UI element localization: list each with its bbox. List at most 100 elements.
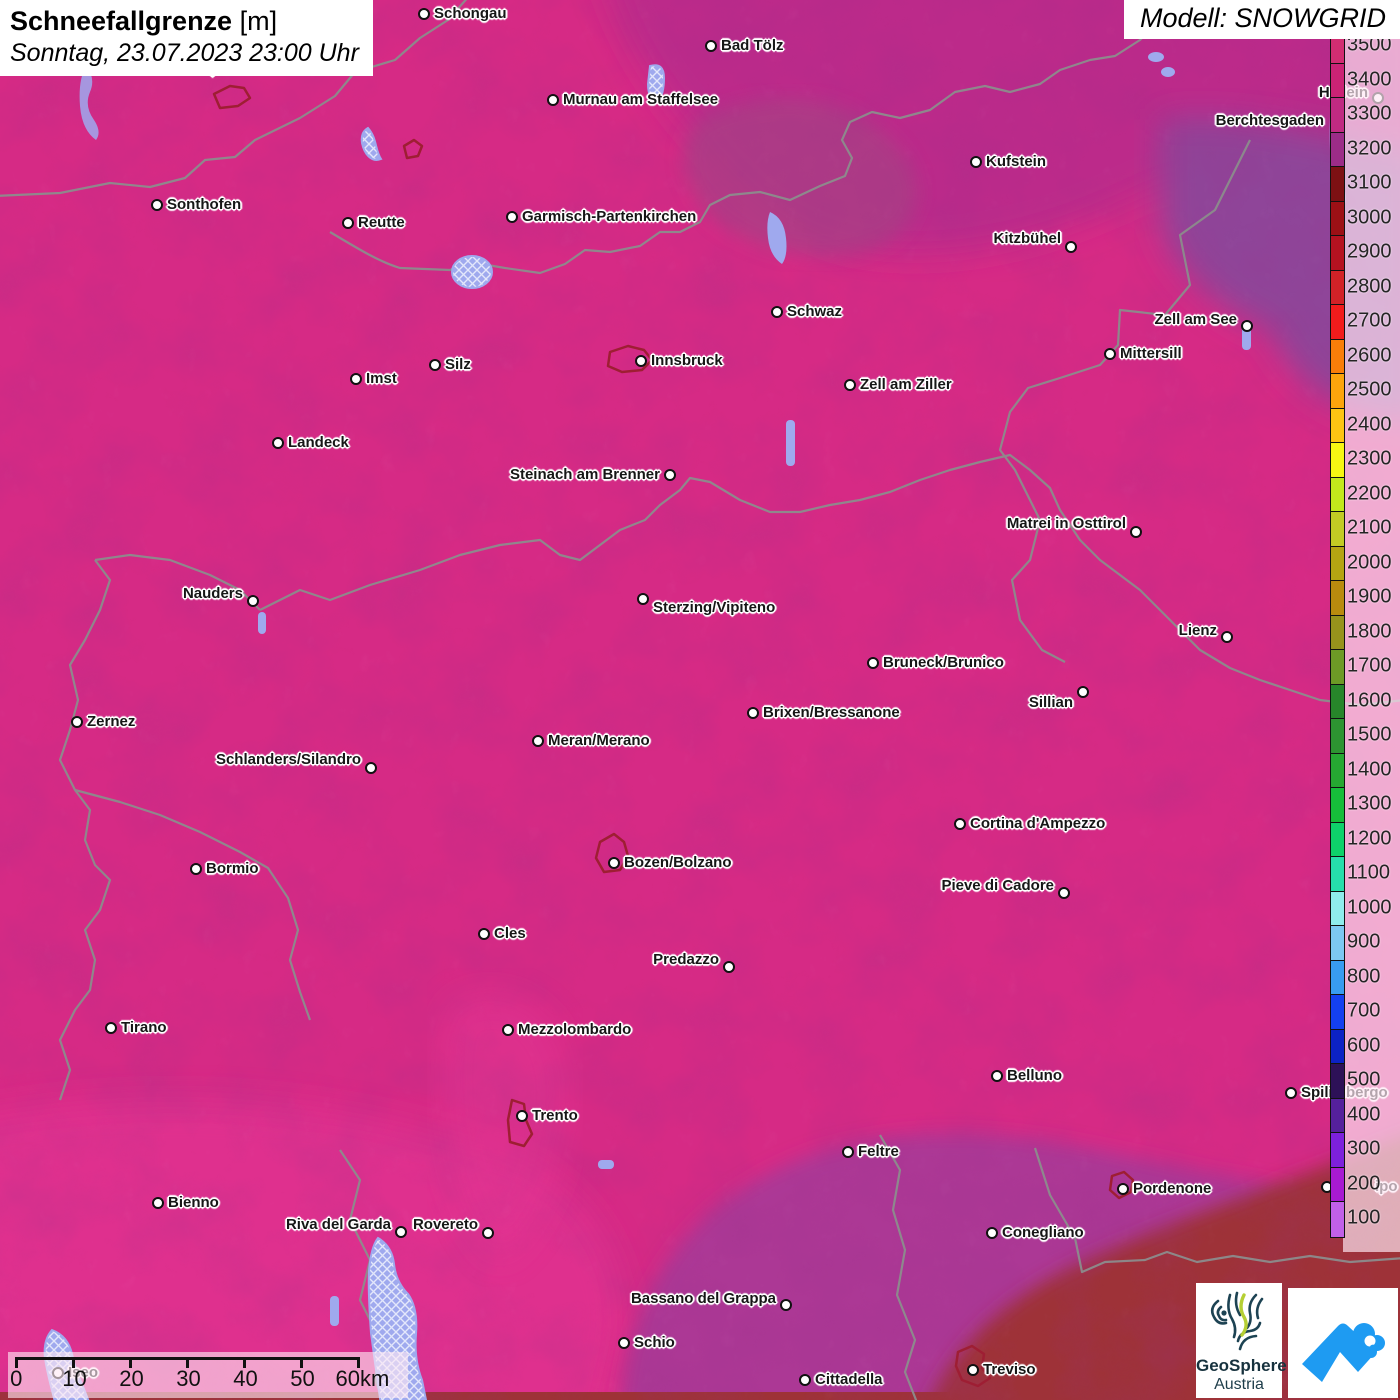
legend-colorbar	[1330, 28, 1345, 1238]
scalebar-label: 20	[119, 1366, 144, 1391]
legend-value-label: 1300	[1347, 792, 1392, 815]
legend-color-segment	[1331, 753, 1344, 788]
legend-color-segment	[1331, 477, 1344, 512]
city-dot-icon	[723, 961, 735, 973]
geosphere-logo-country: Austria	[1214, 1376, 1264, 1393]
legend-color-segment	[1331, 63, 1344, 98]
legend-color-segment	[1331, 788, 1344, 823]
city-label: Schwaz	[787, 303, 843, 321]
legend-value-label: 200	[1347, 1172, 1381, 1195]
city-dot-icon	[954, 818, 966, 830]
city-dot-icon	[429, 359, 441, 371]
legend-value-label: 3300	[1347, 102, 1392, 125]
city-label: Riva del Garda	[285, 1216, 391, 1234]
geosphere-logo-name: GeoSphere	[1196, 1356, 1287, 1375]
legend-value-label: 1600	[1347, 689, 1392, 712]
city-dot-icon	[1117, 1183, 1129, 1195]
city-dot-icon	[1065, 241, 1077, 253]
legend-color-segment	[1331, 1133, 1344, 1168]
scalebar-label: 60km	[335, 1366, 390, 1391]
city-label: Bruneck/Brunico	[883, 654, 1004, 672]
city-label: Feltre	[858, 1143, 899, 1161]
city-dot-icon	[418, 8, 430, 20]
city-dot-icon	[780, 1299, 792, 1311]
city-label: Zernez	[87, 713, 136, 731]
city-label: Zell am Ziller	[860, 376, 952, 394]
city-label: Steinach am Brenner	[509, 466, 660, 484]
legend-value-label: 100	[1347, 1206, 1381, 1229]
city-label: Schongau	[434, 5, 507, 23]
scalebar-label: 50	[290, 1366, 315, 1391]
legend-color-segment	[1331, 891, 1344, 926]
legend-color-segment	[1331, 581, 1344, 616]
city-dot-icon	[365, 762, 377, 774]
legend-color-segment	[1331, 201, 1344, 236]
city-label: Pordenone	[1133, 1180, 1212, 1198]
legend-color-segment	[1331, 822, 1344, 857]
city-label: Schlanders/Silandro	[215, 751, 361, 769]
legend-value-label: 2300	[1347, 447, 1392, 470]
city-dot-icon	[986, 1227, 998, 1239]
legend-value-label: 800	[1347, 965, 1381, 988]
legend-color-segment	[1331, 132, 1344, 167]
city-dot-icon	[1285, 1087, 1297, 1099]
city-label: Cittadella	[815, 1371, 883, 1389]
city-dot-icon	[842, 1146, 854, 1158]
city-dot-icon	[799, 1374, 811, 1386]
city-dot-icon	[516, 1110, 528, 1122]
city-label: Conegliano	[1002, 1224, 1084, 1242]
city-label: Pieve di Cadore	[941, 877, 1054, 895]
city-label: Reutte	[358, 214, 405, 232]
legend-value-label: 2000	[1347, 551, 1392, 574]
city-dot-icon	[1221, 631, 1233, 643]
city-dot-icon	[844, 379, 856, 391]
legend-value-label: 2900	[1347, 240, 1392, 263]
legend-value-label: 3200	[1347, 137, 1392, 160]
legend-value-label: 3000	[1347, 206, 1392, 229]
city-dot-icon	[247, 595, 259, 607]
legend-value-label: 1800	[1347, 620, 1392, 643]
city-label: Cles	[494, 925, 526, 943]
city-dot-icon	[771, 306, 783, 318]
snow-report-logo-icon	[1302, 1323, 1385, 1382]
legend-color-segment	[1331, 1029, 1344, 1064]
legend-color-segment	[1331, 408, 1344, 443]
legend-color-segment	[1331, 926, 1344, 961]
legend-value-label: 2200	[1347, 482, 1392, 505]
city-dot-icon	[705, 40, 717, 52]
city-dot-icon	[635, 355, 647, 367]
city-dot-icon	[342, 217, 354, 229]
legend-value-label: 2100	[1347, 516, 1392, 539]
city-label: Nauders	[182, 585, 243, 603]
map-datetime: Sonntag, 23.07.2023 23:00 Uhr	[10, 39, 359, 67]
city-label: Bassano del Grappa	[630, 1290, 776, 1308]
city-label: Brixen/Bressanone	[763, 704, 900, 722]
city-label: Innsbruck	[651, 352, 723, 370]
city-dot-icon	[190, 863, 202, 875]
legend-value-label: 1400	[1347, 758, 1392, 781]
city-label: Predazzo	[653, 951, 719, 969]
scalebar-label: 30	[176, 1366, 201, 1391]
city-dot-icon	[105, 1022, 117, 1034]
city-dot-icon	[1241, 320, 1253, 332]
title-unit: [m]	[232, 6, 278, 36]
city-dot-icon	[608, 857, 620, 869]
city-dot-icon	[71, 716, 83, 728]
city-dot-icon	[1077, 686, 1089, 698]
scalebar-label: 0	[10, 1366, 23, 1391]
city-label: Lienz	[1178, 622, 1217, 640]
city-label: Bormio	[206, 860, 259, 878]
city-label: Rovereto	[412, 1216, 478, 1234]
city-label: Imst	[366, 370, 397, 388]
city-label: Belluno	[1007, 1067, 1062, 1085]
legend-value-label: 1000	[1347, 896, 1392, 919]
city-dot-icon	[618, 1337, 630, 1349]
city-dot-icon	[547, 94, 559, 106]
legend-color-segment	[1331, 684, 1344, 719]
legend-color-segment	[1331, 857, 1344, 892]
city-dot-icon	[1130, 526, 1142, 538]
city-dot-icon	[350, 373, 362, 385]
city-label: Zell am See	[1154, 311, 1237, 329]
legend-value-label: 1100	[1347, 861, 1391, 884]
legend-value-label: 3100	[1347, 171, 1392, 194]
